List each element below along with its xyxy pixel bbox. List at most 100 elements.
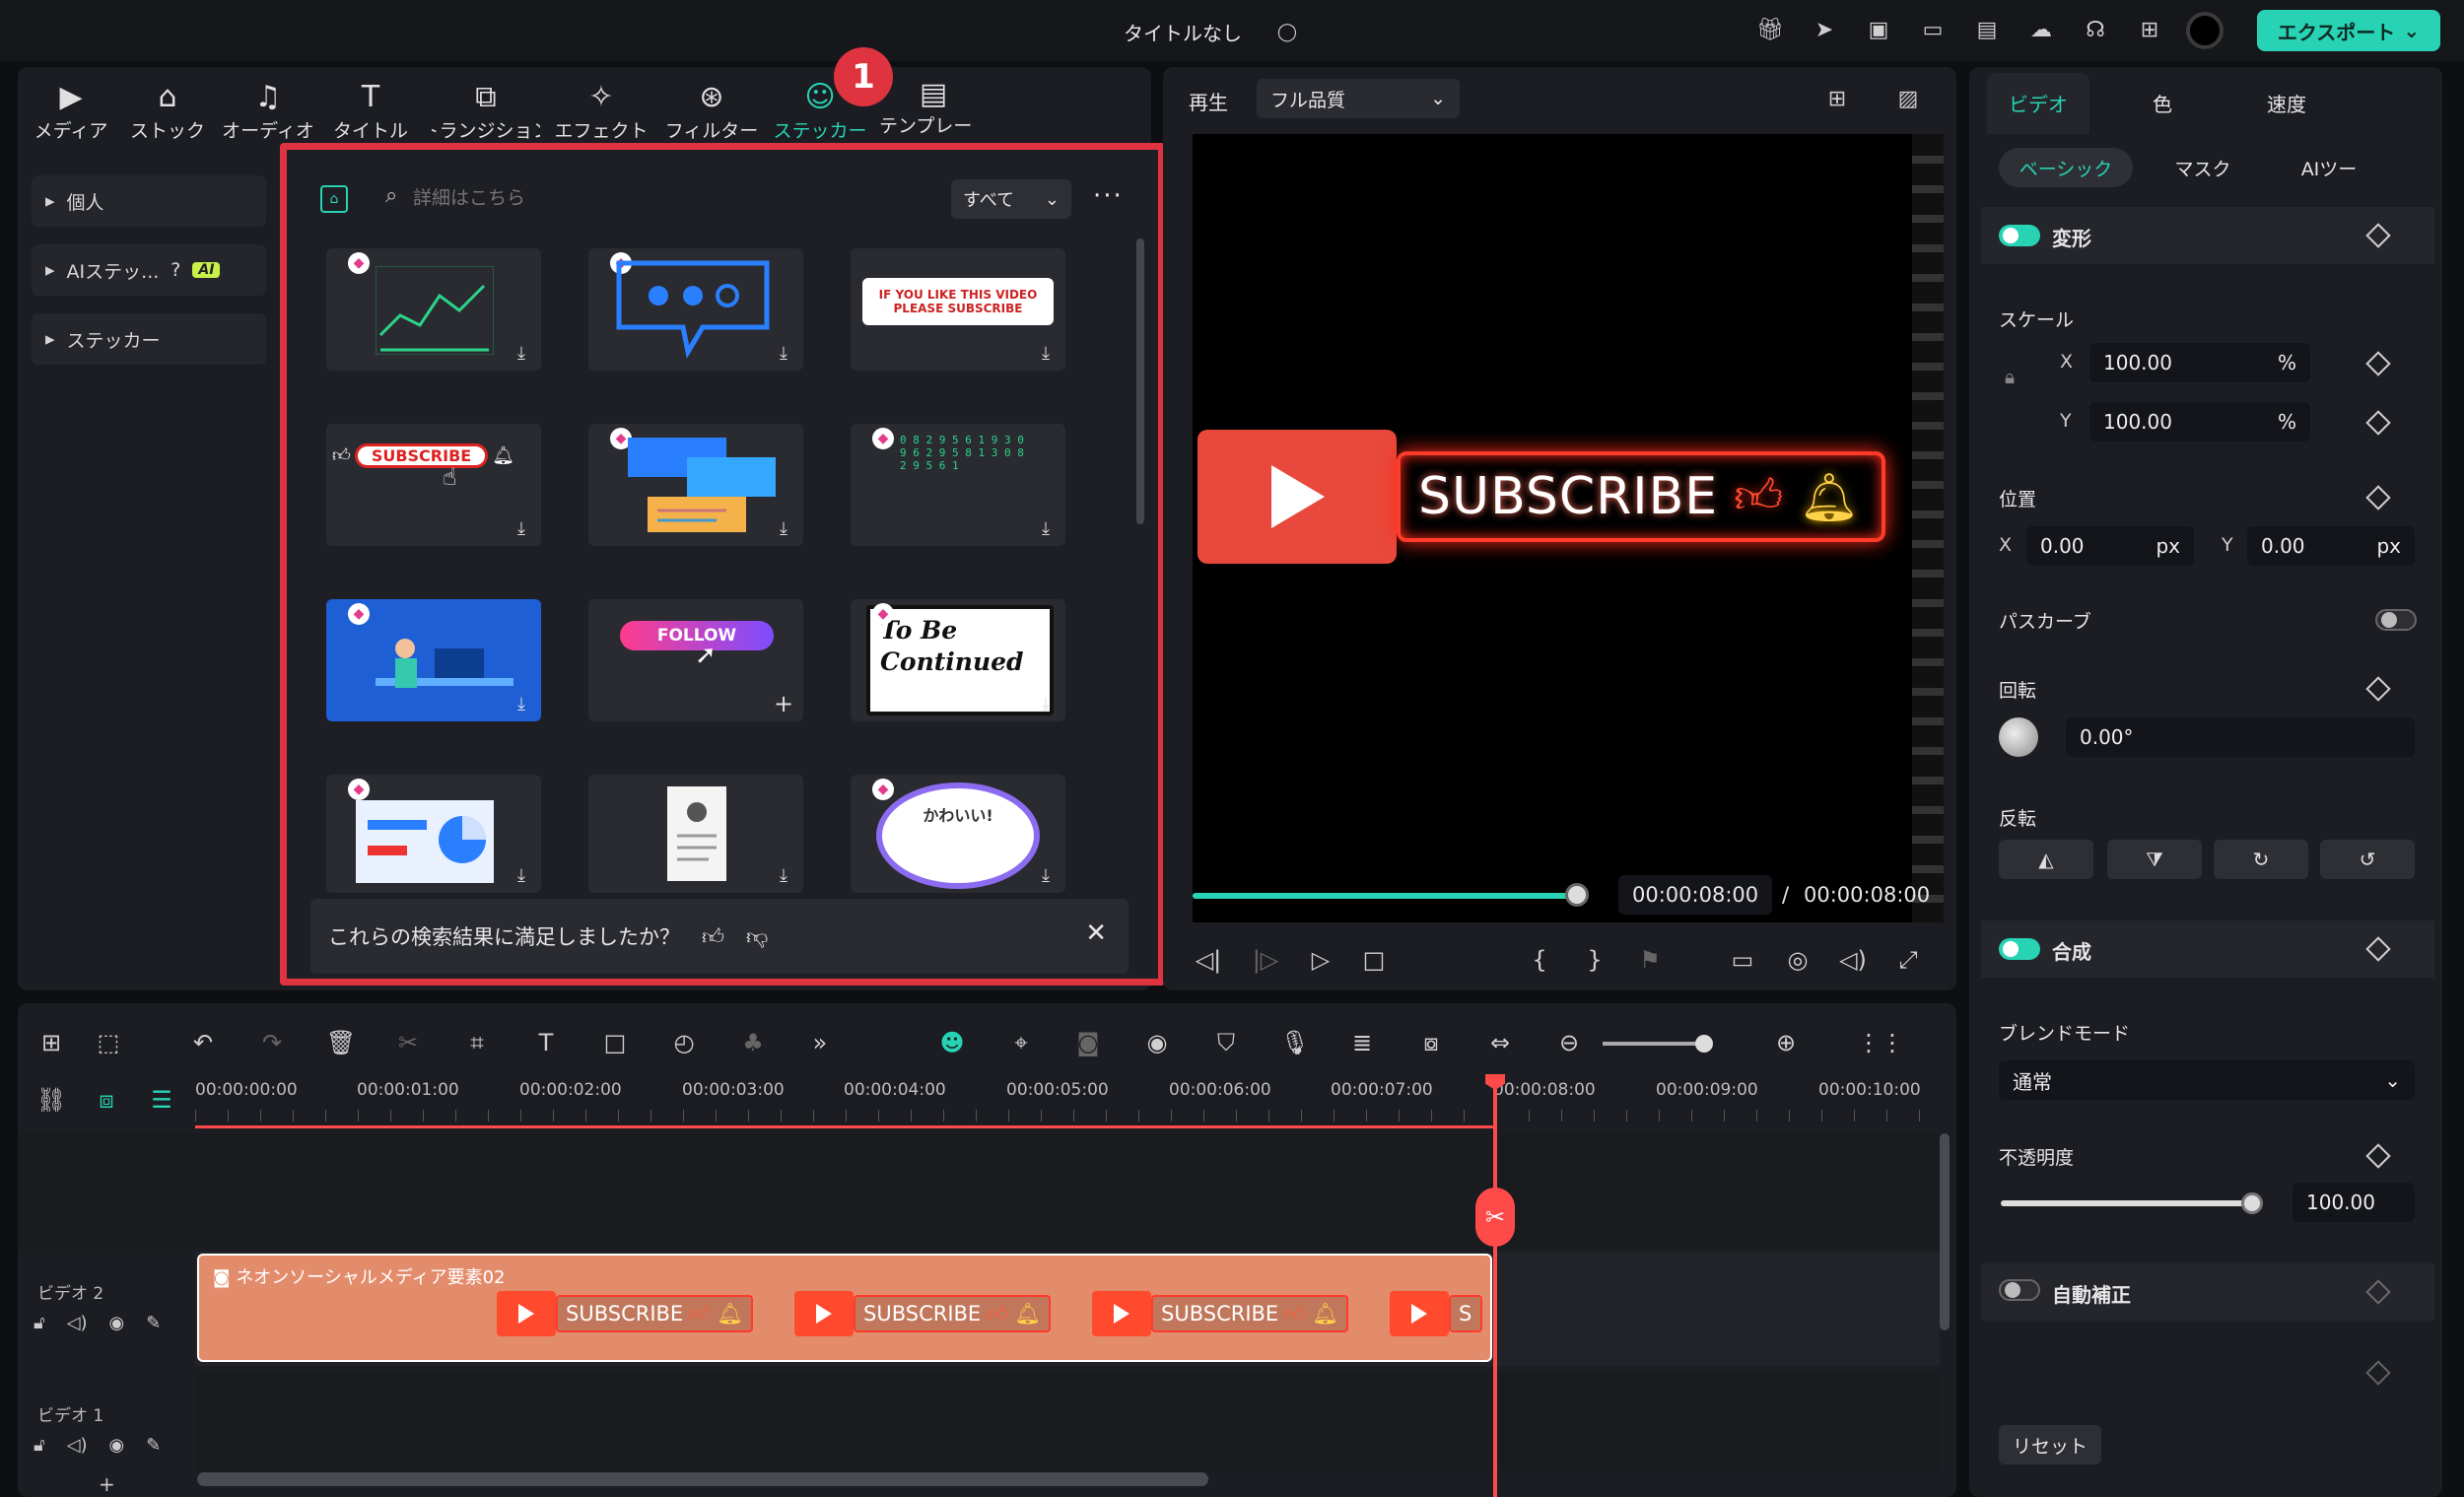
tab-speed[interactable]: 速度 — [2237, 81, 2336, 124]
track-manager-icon[interactable]: ☰ — [144, 1082, 179, 1118]
sticker-item[interactable]: ◆ ⤓ — [326, 775, 541, 893]
mark-in-icon[interactable]: { — [1522, 942, 1557, 978]
store-icon[interactable]: ⌂ — [320, 185, 348, 213]
scale-x-input[interactable]: 100.00% — [2089, 343, 2310, 382]
scissors-icon[interactable]: ✂ — [1475, 1188, 1515, 1247]
undo-icon[interactable]: ↶ — [185, 1025, 221, 1060]
sticker-item[interactable]: ⤓ — [588, 775, 803, 893]
download-icon[interactable]: ⤓ — [772, 516, 795, 540]
magic-icon[interactable]: ✎ — [146, 1313, 161, 1333]
zoom-slider-handle[interactable] — [1695, 1035, 1713, 1053]
tab-video[interactable]: ビデオ — [1987, 81, 2089, 124]
download-icon[interactable]: ⤓ — [510, 863, 533, 887]
toolbar-effect[interactable]: ✧ エフェクト — [552, 77, 650, 148]
rotate-right-icon[interactable]: ↻ — [2214, 840, 2308, 879]
flip-vertical-icon[interactable]: ⧩ — [2107, 840, 2202, 879]
render-icon[interactable]: ◉ — [1139, 1025, 1175, 1060]
download-icon[interactable]: ⤓ — [1034, 863, 1058, 887]
sticker-item[interactable]: FOLLOW ➚ + — [588, 599, 803, 721]
grid-view-icon[interactable]: ⊞ — [1821, 83, 1853, 114]
headset-icon[interactable]: ☊ — [2080, 14, 2111, 45]
inbox-icon[interactable]: ▣ — [1863, 14, 1894, 45]
add-icon[interactable]: + — [772, 690, 795, 717]
unlink-icon[interactable]: ⛓ — [34, 1082, 69, 1118]
audio-list-icon[interactable]: ≣ — [1344, 1025, 1380, 1060]
download-icon[interactable]: ⤓ — [510, 692, 533, 715]
reset-button[interactable]: リセット — [1999, 1425, 2101, 1464]
speed-icon[interactable]: ◴ — [666, 1025, 702, 1060]
column-menu-icon[interactable]: ⋮⋮ — [1857, 1025, 1904, 1060]
download-icon[interactable]: ⤓ — [510, 516, 533, 540]
subtab-ai-tools[interactable]: AIツー — [2275, 148, 2383, 187]
timeline-h-scrollbar[interactable] — [197, 1472, 1208, 1486]
sticker-item[interactable]: ◆ ⤓ — [588, 424, 803, 546]
scale-y-input[interactable]: 100.00% — [2089, 402, 2310, 442]
sticker-item[interactable]: 👍︎ SUBSCRIBE 🔔︎ ☝ ⤓ — [326, 424, 541, 546]
sticker-item[interactable]: ◆ ⤓ — [588, 248, 803, 371]
image-icon[interactable]: ▨ — [1892, 83, 1924, 114]
magic-icon[interactable]: ✎ — [146, 1435, 161, 1456]
cloud-upload-icon[interactable]: ☁ — [2025, 14, 2057, 45]
playhead-line[interactable] — [1493, 1074, 1497, 1497]
gift-icon[interactable]: 🎁︎ — [1754, 14, 1786, 45]
sticker-item[interactable]: ◆ ⤓ — [326, 248, 541, 371]
opacity-slider-track[interactable] — [2001, 1200, 2257, 1206]
sticker-item[interactable]: ◆ かわいい! ⤓ — [851, 775, 1065, 893]
lock-icon[interactable]: 🔓︎ — [34, 1435, 45, 1456]
timeline-clip[interactable]: ◙ ネオンソーシャルメディア要素02 SUBSCRIBE 👍︎ 🔔︎ SUBSCRI… — [197, 1254, 1492, 1362]
position-x-input[interactable]: 0.00 px — [2026, 526, 2194, 566]
rotation-input[interactable]: 0.00° — [2066, 717, 2415, 757]
marker-icon[interactable]: ⚑ — [1632, 942, 1668, 978]
sticker-item[interactable]: ◆ ⤓ — [326, 599, 541, 721]
auto-correct-toggle[interactable] — [1999, 1279, 2040, 1301]
sticker-item[interactable]: To Be Continued ◆ ⤓ — [851, 599, 1065, 721]
snap-icon[interactable]: ⌖ — [1003, 1025, 1039, 1060]
thumbs-down-icon[interactable]: 👎︎ — [746, 923, 768, 950]
clip-icon[interactable]: ⧇ — [1413, 1025, 1449, 1060]
download-icon[interactable]: ⤓ — [510, 341, 533, 365]
eye-icon[interactable]: ◉ — [109, 1313, 125, 1333]
delete-icon[interactable]: 🗑︎ — [323, 1025, 359, 1060]
volume-icon[interactable]: ◁) — [1835, 942, 1871, 978]
speaker-icon[interactable]: ◁) — [67, 1313, 88, 1333]
toolbar-filter[interactable]: ⊛ フィルター — [662, 77, 761, 148]
more-icon[interactable]: ··· — [1093, 181, 1124, 211]
camera-icon[interactable]: ◎ — [1780, 942, 1815, 978]
send-icon[interactable]: ➤ — [1809, 14, 1840, 45]
redo-icon[interactable]: ↷ — [254, 1025, 290, 1060]
filter-dropdown[interactable]: すべて ⌄ — [951, 179, 1071, 219]
export-button[interactable]: エクスポート ⌄ — [2257, 10, 2440, 51]
add-track-icon[interactable]: + — [99, 1472, 115, 1496]
grid-icon[interactable]: ⊞ — [2134, 14, 2165, 45]
shape-icon[interactable]: □ — [597, 1025, 633, 1060]
flip-horizontal-icon[interactable]: ◭ — [1999, 840, 2093, 879]
crop-icon[interactable]: ⌗ — [459, 1025, 495, 1060]
subtab-basic[interactable]: ベーシック — [1999, 148, 2133, 187]
path-curve-toggle[interactable] — [2375, 609, 2417, 631]
lock-icon[interactable]: 🔓︎ — [34, 1313, 45, 1333]
next-frame-icon[interactable]: |▷ — [1248, 942, 1283, 978]
download-icon[interactable]: ⤓ — [772, 341, 795, 365]
shield-icon[interactable]: ⛉ — [1208, 1025, 1244, 1060]
toolbar-audio[interactable]: ♫ オーディオ — [219, 77, 317, 148]
thumbs-up-icon[interactable]: 👍︎ — [702, 923, 724, 950]
sticker-item[interactable]: IF YOU LIKE THIS VIDEO PLEASE SUBSCRIBE … — [851, 248, 1065, 371]
toolbar-title[interactable]: T タイトル — [321, 77, 420, 148]
text-tool-icon[interactable]: T — [528, 1025, 564, 1060]
rotation-dial[interactable] — [1999, 717, 2038, 757]
sticker-search-input[interactable] — [377, 177, 791, 221]
download-icon[interactable]: ⤓ — [1034, 341, 1058, 365]
check-circle-icon[interactable]: ◯ — [1271, 16, 1303, 47]
zoom-in-icon[interactable]: ⊕ — [1768, 1025, 1804, 1060]
opacity-slider-handle[interactable] — [2241, 1192, 2263, 1214]
play-icon[interactable]: ▷ — [1303, 942, 1338, 978]
position-y-input[interactable]: 0.00 px — [2247, 526, 2415, 566]
sidebar-item-sticker[interactable]: ▸ ステッカー — [32, 313, 266, 365]
fullscreen-icon[interactable]: ⤢ — [1890, 942, 1926, 978]
preview-progress-track[interactable] — [1193, 893, 1577, 899]
color-match-icon[interactable]: ♣ — [735, 1025, 771, 1060]
microphone-icon[interactable]: 🎙︎ — [1277, 1025, 1313, 1060]
transform-toggle[interactable] — [1999, 225, 2040, 246]
display-icon[interactable]: ▭ — [1725, 942, 1760, 978]
sticker-item[interactable]: ◆ 0 8 2 9 5 6 1 9 3 0 9 6 2 9 5 8 1 3 0 … — [851, 424, 1065, 546]
